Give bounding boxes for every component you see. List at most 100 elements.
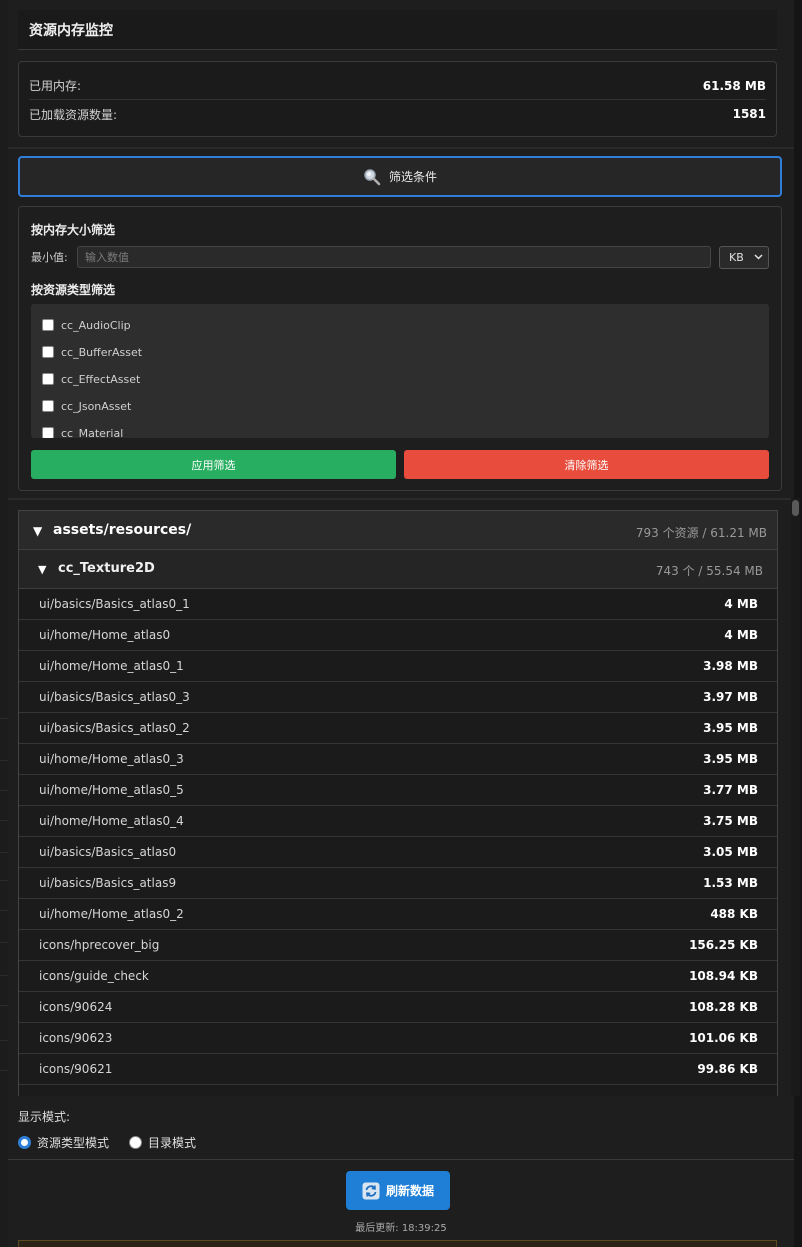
resource-name: ui/home/Home_atlas0_5 xyxy=(39,783,184,797)
type-option-bufferasset[interactable]: cc_BufferAsset xyxy=(42,344,142,360)
stat-loaded-count: 已加载资源数量: 1581 xyxy=(29,100,766,128)
display-mode-title: 显示模式: xyxy=(18,1110,71,1124)
table-row[interactable]: ui/home/Home_atlas0_1 3.98 MB xyxy=(19,651,777,682)
panel-header: 资源内存监控 xyxy=(18,10,777,50)
stat-label: 已加载资源数量: xyxy=(29,107,118,122)
table-row[interactable]: ui/home/Home_atlas0_5 3.77 MB xyxy=(19,775,777,806)
checkbox[interactable] xyxy=(42,427,54,438)
resource-size: 4 MB xyxy=(724,597,758,611)
last-update: 最后更新: 18:39:25 xyxy=(8,1219,794,1234)
resource-name: ui/home/Home_atlas0 xyxy=(39,628,171,642)
resource-size: 108.28 KB xyxy=(689,1000,758,1014)
resource-tree[interactable]: ▼ assets/resources/ 793 个资源 / 61.21 MB ▼… xyxy=(18,510,778,1096)
checkbox[interactable] xyxy=(42,319,54,331)
tree-subgroup-name: cc_Texture2D xyxy=(58,561,155,576)
stat-value: 1581 xyxy=(732,107,766,121)
type-option-jsonasset[interactable]: cc_JsonAsset xyxy=(42,398,131,414)
tree-subgroup-meta: 743 个 / 55.54 MB xyxy=(655,564,763,578)
type-option-effectasset[interactable]: cc_EffectAsset xyxy=(42,371,140,387)
type-option-label: cc_Material xyxy=(61,426,124,439)
tree-group-header[interactable]: ▼ assets/resources/ 793 个资源 / 61.21 MB xyxy=(19,511,777,550)
last-update-label: 最后更新: xyxy=(355,1223,399,1234)
resource-name: ui/home/Home_atlas0_3 xyxy=(39,752,184,766)
filter-toggle-button[interactable]: 筛选条件 xyxy=(18,156,782,197)
resource-size: 3.95 MB xyxy=(703,752,758,766)
resource-name: ui/basics/Basics_atlas0_3 xyxy=(39,690,190,704)
radio-selected[interactable] xyxy=(18,1136,31,1149)
table-row[interactable]: icons/90623 101.06 KB xyxy=(19,1023,777,1054)
table-row[interactable]: icons/hprecover_big 156.25 KB xyxy=(19,930,777,961)
checkbox[interactable] xyxy=(42,346,54,358)
expand-triangle-icon[interactable]: ▼ xyxy=(33,524,42,538)
filter-toggle-label: 筛选条件 xyxy=(388,170,437,184)
filter-panel: 按内存大小筛选 最小值: KB 按资源类型筛选 cc_AudioClip cc_… xyxy=(18,206,782,491)
resource-size: 3.97 MB xyxy=(703,690,758,704)
resource-size: 99.86 KB xyxy=(697,1062,758,1076)
panel-title: 资源内存监控 xyxy=(29,23,113,39)
resource-size: 156.25 KB xyxy=(689,938,758,952)
table-row[interactable]: icons/guide_check 108.94 KB xyxy=(19,961,777,992)
type-option-label: cc_EffectAsset xyxy=(61,372,141,386)
resource-rows: ui/basics/Basics_atlas0_1 4 MB ui/home/Hom… xyxy=(19,589,777,1085)
table-row[interactable]: ui/basics/Basics_atlas9 1.53 MB xyxy=(19,868,777,899)
checkbox[interactable] xyxy=(42,373,54,385)
resource-name: ui/basics/Basics_atlas9 xyxy=(39,876,177,890)
unit-select[interactable]: KB xyxy=(719,245,769,269)
type-option-audioclip[interactable]: cc_AudioClip xyxy=(42,317,131,333)
display-mode-section: 显示模式: 资源类型模式 目录模式 xyxy=(8,1096,794,1160)
resource-size: 3.98 MB xyxy=(703,659,758,673)
table-row[interactable]: ui/basics/Basics_atlas0_2 3.95 MB xyxy=(19,713,777,744)
type-option-material[interactable]: cc_Material xyxy=(42,425,123,438)
memory-monitor-panel: 资源内存监控 已用内存: 61.58 MB 已加载资源数量: 1581 筛选条件… xyxy=(8,0,800,1247)
table-row[interactable]: ui/home/Home_atlas0 4 MB xyxy=(19,620,777,651)
tree-group-meta: 793 个资源 / 61.21 MB xyxy=(635,526,767,540)
table-row[interactable]: ui/basics/Basics_atlas0 3.05 MB xyxy=(19,837,777,868)
stat-label: 已用内存: xyxy=(29,79,82,93)
tree-subgroup-header[interactable]: ▼ cc_Texture2D 743 个 / 55.54 MB xyxy=(19,550,777,589)
resource-name: ui/home/Home_atlas0_4 xyxy=(39,814,184,828)
table-row[interactable]: icons/90624 108.28 KB xyxy=(19,992,777,1023)
resource-name: ui/basics/Basics_atlas0_1 xyxy=(39,597,190,611)
clear-filter-button[interactable]: 清除筛选 xyxy=(404,450,769,479)
table-row[interactable]: ui/basics/Basics_atlas0_1 4 MB xyxy=(19,589,777,620)
table-row[interactable]: ui/home/Home_atlas0_2 488 KB xyxy=(19,899,777,930)
expand-triangle-icon[interactable]: ▼ xyxy=(38,563,46,576)
refresh-button[interactable]: 刷新数据 xyxy=(346,1171,450,1210)
apply-filter-button[interactable]: 应用筛选 xyxy=(31,450,396,479)
type-option-label: cc_JsonAsset xyxy=(61,399,132,413)
resource-size: 3.75 MB xyxy=(703,814,758,828)
radio-label: 目录模式 xyxy=(148,1136,197,1150)
chevron-down-icon xyxy=(754,254,763,260)
resource-name: ui/basics/Basics_atlas0_2 xyxy=(39,721,190,735)
resource-name: icons/hprecover_big xyxy=(39,938,160,952)
resource-name: icons/90623 xyxy=(39,1031,113,1045)
type-checkbox-list[interactable]: cc_AudioClip cc_BufferAsset cc_EffectAss… xyxy=(31,304,769,438)
resource-size: 1.53 MB xyxy=(703,876,758,890)
last-update-time: 18:39:25 xyxy=(401,1223,447,1234)
divider xyxy=(8,498,794,500)
radio-unselected[interactable] xyxy=(129,1136,142,1149)
mode-radio-directory[interactable]: 目录模式 xyxy=(129,1134,196,1151)
resource-size: 3.05 MB xyxy=(703,845,758,859)
radio-label: 资源类型模式 xyxy=(37,1136,110,1150)
min-size-input[interactable] xyxy=(77,246,711,268)
type-option-label: cc_BufferAsset xyxy=(61,345,143,359)
refresh-icon xyxy=(362,1182,380,1199)
tree-scrollbar-track[interactable] xyxy=(791,498,800,1096)
table-row[interactable]: ui/home/Home_atlas0_3 3.95 MB xyxy=(19,744,777,775)
table-row[interactable]: icons/90621 99.86 KB xyxy=(19,1054,777,1085)
stat-used-memory: 已用内存: 61.58 MB xyxy=(29,72,766,100)
tree-scrollbar-thumb[interactable] xyxy=(792,500,799,516)
table-row[interactable]: ui/home/Home_atlas0_4 3.75 MB xyxy=(19,806,777,837)
resource-name: ui/home/Home_atlas0_2 xyxy=(39,907,184,921)
magnifier-icon xyxy=(364,168,381,185)
refresh-label: 刷新数据 xyxy=(385,1184,434,1198)
resource-size: 108.94 KB xyxy=(689,969,758,983)
resource-size: 4 MB xyxy=(724,628,758,642)
resource-size: 3.77 MB xyxy=(703,783,758,797)
resource-name: icons/90621 xyxy=(39,1062,113,1076)
resource-name: icons/90624 xyxy=(39,1000,113,1014)
table-row[interactable]: ui/basics/Basics_atlas0_3 3.97 MB xyxy=(19,682,777,713)
mode-radio-type[interactable]: 资源类型模式 xyxy=(18,1134,109,1151)
checkbox[interactable] xyxy=(42,400,54,412)
